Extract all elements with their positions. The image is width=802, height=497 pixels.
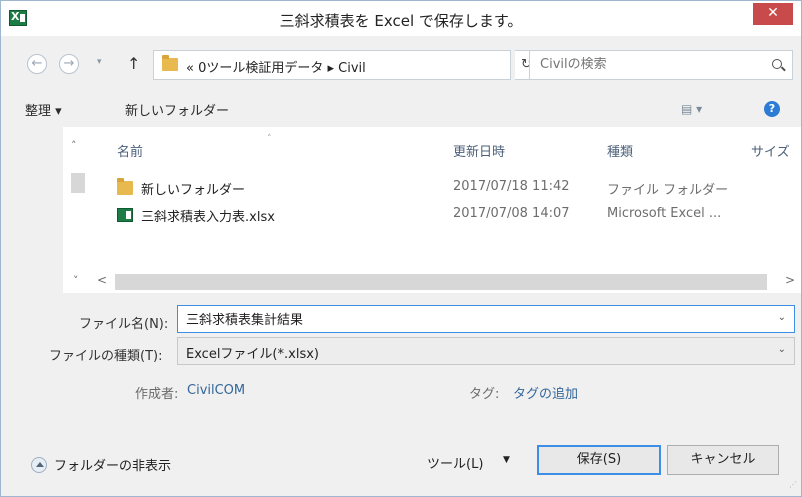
filetype-select[interactable]: Excelファイル(*.xlsx) ⌄ bbox=[177, 337, 795, 365]
folder-icon bbox=[162, 55, 178, 71]
new-folder-button[interactable]: 新しいフォルダー bbox=[125, 100, 229, 119]
dropdown-arrow-icon[interactable]: ▼ bbox=[503, 455, 510, 465]
back-button[interactable]: ← bbox=[27, 54, 47, 74]
scroll-left-arrow-icon[interactable]: < bbox=[97, 273, 107, 287]
author-label: 作成者: bbox=[135, 387, 179, 402]
add-tag-link[interactable]: タグの追加 bbox=[513, 383, 578, 402]
nav-pane-scrollbar[interactable]: ˄ bbox=[67, 135, 85, 265]
scroll-thumb[interactable] bbox=[71, 173, 85, 193]
search-box[interactable] bbox=[529, 50, 793, 80]
column-header-size[interactable]: サイズ bbox=[751, 141, 790, 160]
sort-indicator-icon: ˄ bbox=[267, 134, 272, 144]
scroll-right-arrow-icon[interactable]: > bbox=[785, 273, 795, 287]
column-header-date-modified[interactable]: 更新日時 bbox=[453, 141, 505, 160]
view-options-button[interactable]: ▤ ▾ bbox=[681, 102, 702, 116]
forward-button[interactable]: → bbox=[59, 54, 79, 74]
scroll-down-arrow-icon[interactable]: ˅ bbox=[73, 274, 79, 287]
folder-icon bbox=[117, 178, 133, 195]
hide-folders-icon[interactable] bbox=[31, 457, 47, 473]
scroll-thumb[interactable] bbox=[115, 274, 767, 290]
dialog-footer: フォルダーの非表示 ツール(L) ▼ 保存(S) キャンセル ⋰ bbox=[1, 433, 801, 493]
resize-grip-icon[interactable]: ⋰ bbox=[789, 480, 797, 489]
save-dialog: 三斜求積表を Excel で保存します。 ✕ ← → ▾ ↑ « 0ツール検証用… bbox=[0, 0, 802, 497]
file-date-modified: 2017/07/18 11:42 bbox=[453, 179, 570, 194]
tag-label: タグ: bbox=[469, 387, 500, 402]
recent-locations-dropdown[interactable]: ▾ bbox=[97, 57, 102, 67]
file-list-row[interactable]: 三斜求積表入力表.xlsx 2017/07/08 14:07 Microsoft… bbox=[111, 204, 791, 226]
filename-input[interactable] bbox=[186, 311, 756, 326]
file-type: ファイル フォルダー bbox=[607, 183, 729, 198]
file-date-modified: 2017/07/08 14:07 bbox=[453, 206, 570, 221]
organize-menu-button[interactable]: 整理 ▾ bbox=[25, 100, 62, 119]
up-folder-button[interactable]: ↑ bbox=[127, 54, 140, 73]
close-button[interactable]: ✕ bbox=[753, 3, 793, 25]
filetype-value[interactable]: Excelファイル(*.xlsx) bbox=[186, 343, 319, 362]
save-button[interactable]: 保存(S) bbox=[537, 445, 661, 475]
scroll-up-arrow-icon[interactable]: ˄ bbox=[71, 139, 77, 152]
address-bar: ← → ▾ ↑ « 0ツール検証用データ ▸ Civil ⌄ ↻ bbox=[1, 44, 801, 84]
cancel-button[interactable]: キャンセル bbox=[667, 445, 779, 475]
search-input[interactable] bbox=[540, 57, 750, 72]
file-list-row[interactable]: 新しいフォルダー 2017/07/18 11:42 ファイル フォルダー bbox=[111, 177, 791, 199]
hide-folders-button[interactable]: フォルダーの非表示 bbox=[54, 455, 171, 474]
author-value[interactable]: CivilCOM bbox=[187, 383, 245, 398]
file-name: 新しいフォルダー bbox=[141, 183, 246, 198]
help-icon[interactable]: ? bbox=[764, 101, 780, 117]
column-header-type[interactable]: 種類 bbox=[607, 141, 633, 160]
search-icon[interactable] bbox=[772, 59, 782, 69]
tools-menu-button[interactable]: ツール(L) bbox=[427, 453, 483, 472]
horizontal-scrollbar[interactable]: ˅ < > bbox=[63, 271, 801, 293]
file-name: 三斜求積表入力表.xlsx bbox=[141, 210, 275, 225]
file-type: Microsoft Excel ... bbox=[607, 206, 722, 221]
breadcrumb[interactable]: « 0ツール検証用データ ▸ Civil ⌄ bbox=[153, 50, 646, 80]
chevron-down-icon[interactable]: ⌄ bbox=[778, 312, 786, 323]
breadcrumb-path[interactable]: « 0ツール検証用データ ▸ Civil bbox=[186, 57, 366, 76]
dialog-title: 三斜求積表を Excel で保存します。 bbox=[279, 12, 523, 30]
title-bar: 三斜求積表を Excel で保存します。 ✕ bbox=[1, 1, 801, 36]
filetype-label: ファイルの種類(T): bbox=[49, 349, 163, 364]
command-toolbar: 整理 ▾ 新しいフォルダー ▤ ▾ ? bbox=[1, 91, 801, 127]
filename-label: ファイル名(N): bbox=[79, 317, 169, 332]
filename-field[interactable]: ⌄ bbox=[177, 305, 795, 333]
excel-file-icon bbox=[117, 208, 133, 222]
column-header-name[interactable]: 名前 bbox=[117, 141, 143, 160]
chevron-down-icon[interactable]: ⌄ bbox=[778, 344, 786, 355]
